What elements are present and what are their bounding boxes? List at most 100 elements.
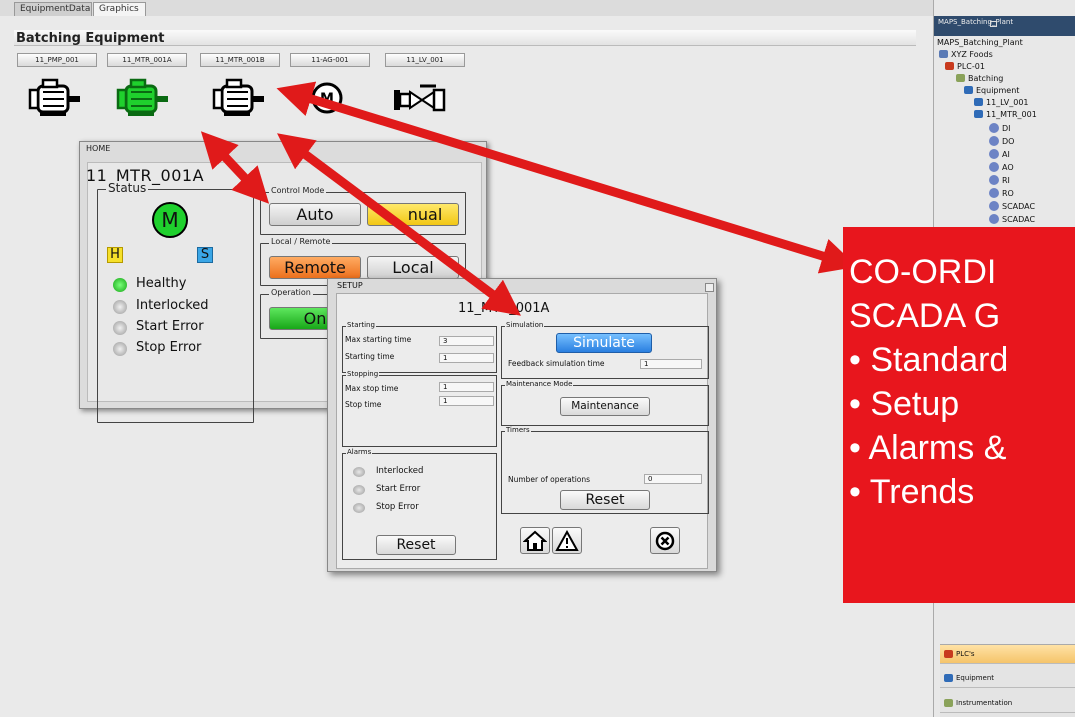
equipment-button-pmp-001[interactable]: 11_PMP_001 xyxy=(17,53,97,67)
warning-icon[interactable] xyxy=(552,527,582,554)
agitator-icon[interactable]: M xyxy=(304,80,350,120)
plc-icon xyxy=(945,62,954,70)
local-button[interactable]: Local xyxy=(367,256,459,279)
tree-signal-label: RI xyxy=(1002,176,1010,185)
motor-mtr-001b-icon[interactable] xyxy=(212,78,268,118)
stopping-group-label: Stopping xyxy=(346,370,380,378)
motor-pmp-001-icon[interactable] xyxy=(28,78,84,118)
stopping-group: Stopping Max stop time 1 Stop time 1 xyxy=(342,370,497,447)
signal-icon xyxy=(989,188,999,198)
page-title: Batching Equipment xyxy=(16,31,165,46)
tree-item-plc-01[interactable]: PLC-01 xyxy=(945,62,985,71)
equipment-button-mtr-001a[interactable]: 11_MTR_001A xyxy=(107,53,187,67)
feedback-sim-time-label: Feedback simulation time xyxy=(508,359,605,368)
nav-instrumentation-button[interactable]: Instrumentation xyxy=(940,694,1075,713)
simulate-button[interactable]: Simulate xyxy=(556,333,652,353)
nav-equipment-label: Equipment xyxy=(956,674,994,682)
max-starting-time-field[interactable]: 3 xyxy=(439,336,494,346)
hand-badge: H xyxy=(107,247,123,263)
healthy-label: Healthy xyxy=(136,276,187,291)
tree-signal-label: DO xyxy=(1002,137,1015,146)
stop-time-field[interactable]: 1 xyxy=(439,396,494,406)
tree-item-label: XYZ Foods xyxy=(951,50,993,59)
tree-signal-ri[interactable]: RI xyxy=(989,175,1010,185)
motor-mtr-001a-icon[interactable] xyxy=(116,78,172,118)
tree-signal-scadac-1[interactable]: SCADAC xyxy=(989,201,1035,211)
home-icon[interactable] xyxy=(520,527,550,554)
remote-button[interactable]: Remote xyxy=(269,256,361,279)
tree-item-label: 11_MTR_001 xyxy=(986,110,1037,119)
alarm-start-error-label: Start Error xyxy=(376,484,421,494)
plc-icon xyxy=(944,650,953,658)
alarm-interlocked-led xyxy=(353,467,365,477)
equipment-button-mtr-001b[interactable]: 11_MTR_001B xyxy=(200,53,280,67)
tree-item-xyz-foods[interactable]: XYZ Foods xyxy=(939,50,993,59)
equipment-button-lv-001[interactable]: 11_LV_001 xyxy=(385,53,465,67)
max-stop-time-field[interactable]: 1 xyxy=(439,382,494,392)
num-operations-field[interactable]: 0 xyxy=(644,474,702,484)
tree-signal-label: DI xyxy=(1002,124,1011,133)
tree-item-label: 11_LV_001 xyxy=(986,98,1029,107)
nav-instrumentation-label: Instrumentation xyxy=(956,699,1013,707)
interlocked-led xyxy=(113,300,127,314)
callout-line-5: • Alarms & xyxy=(849,429,1007,467)
tree-signal-scadac-2[interactable]: SCADAC xyxy=(989,214,1035,224)
maintenance-mode-group: Maintenance Mode Maintenance xyxy=(501,380,709,426)
starting-group-label: Starting xyxy=(346,321,376,329)
tree-root[interactable]: MAPS_Batching_Plant xyxy=(937,38,1023,47)
equipment-icon xyxy=(964,86,973,94)
auto-button[interactable]: Auto xyxy=(269,203,361,226)
maintenance-button[interactable]: Maintenance xyxy=(560,397,650,416)
control-mode-group: Control Mode Auto nual xyxy=(260,186,466,235)
nav-plcs-button[interactable]: PLC's xyxy=(940,645,1075,664)
timers-reset-button[interactable]: Reset xyxy=(560,490,650,510)
starting-time-label: Starting time xyxy=(345,352,395,361)
alarms-group: Alarms Interlocked Start Error Stop Erro… xyxy=(342,448,497,560)
simulation-group-label: Simulation xyxy=(505,321,545,329)
setup-faceplate-window: SETUP 11_MTR_001A Starting Max starting … xyxy=(327,278,717,572)
equipment-button-ag-001[interactable]: 11-AG-001 xyxy=(290,53,370,67)
tree-item-label: PLC-01 xyxy=(957,62,985,71)
starting-time-field[interactable]: 1 xyxy=(439,353,494,363)
tree-panel-bottom-nav: PLC's Equipment Instrumentation xyxy=(940,644,1075,717)
alarms-reset-button[interactable]: Reset xyxy=(376,535,456,555)
signal-icon xyxy=(989,162,999,172)
num-operations-label: Number of operations xyxy=(508,475,591,484)
manual-button[interactable]: nual xyxy=(367,203,459,226)
alarms-group-label: Alarms xyxy=(346,448,373,456)
simulation-group: Simulation Simulate Feedback simulation … xyxy=(501,321,709,379)
tree-panel-tab[interactable]: MAPS_Batching_Plant xyxy=(938,18,1013,26)
tree-signal-ai[interactable]: AI xyxy=(989,149,1010,159)
healthy-led xyxy=(113,278,127,292)
tree-signal-ao[interactable]: AO xyxy=(989,162,1014,172)
stop-error-label: Stop Error xyxy=(136,340,202,355)
signal-icon xyxy=(989,214,999,224)
tab-equipment-data[interactable]: EquipmentData xyxy=(14,2,92,17)
setup-close-icon[interactable] xyxy=(705,283,714,292)
callout-line-6: • Trends xyxy=(849,473,975,511)
tree-signal-di[interactable]: DI xyxy=(989,123,1011,133)
tree-item-equipment[interactable]: Equipment xyxy=(964,86,1019,95)
start-error-label: Start Error xyxy=(136,319,204,334)
tab-graphics[interactable]: Graphics xyxy=(93,2,146,17)
tree-signal-do[interactable]: DO xyxy=(989,136,1014,146)
tree-item-batching[interactable]: Batching xyxy=(956,74,1003,83)
svg-text:M: M xyxy=(320,91,334,107)
tree-signal-label: RO xyxy=(1002,189,1014,198)
nav-equipment-button[interactable]: Equipment xyxy=(940,669,1075,688)
panel-restore-icon[interactable] xyxy=(990,21,997,27)
tree-item-11-mtr-001[interactable]: 11_MTR_001 xyxy=(974,110,1037,119)
valve-icon[interactable] xyxy=(392,82,448,118)
close-icon[interactable] xyxy=(650,527,680,554)
tree-signal-ro[interactable]: RO xyxy=(989,188,1014,198)
tree-signal-label: SCADAC xyxy=(1002,202,1036,211)
callout-line-4: • Setup xyxy=(849,385,960,423)
motor-state-indicator: M xyxy=(152,202,188,238)
control-mode-label: Control Mode xyxy=(269,186,327,195)
feedback-sim-time-field[interactable]: 1 xyxy=(640,359,702,369)
tree-item-11-lv-001[interactable]: 11_LV_001 xyxy=(974,98,1029,107)
callout-line-1: CO-ORDI xyxy=(849,253,997,291)
tree-signal-label: AI xyxy=(1002,150,1010,159)
tree-signal-label: AO xyxy=(1002,163,1014,172)
operation-label: Operation xyxy=(269,288,313,297)
